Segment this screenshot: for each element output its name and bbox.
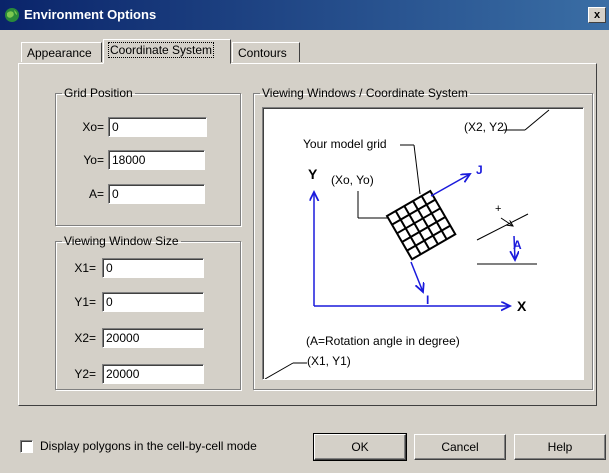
coordinate-diagram: + (X2, Y2) Your model grid (Xo, Yo) Y X … (262, 107, 584, 380)
help-button[interactable]: Help (514, 434, 606, 460)
xoyo-label: (Xo, Yo) (331, 173, 374, 187)
globe-icon (5, 8, 19, 22)
close-button[interactable]: x (588, 7, 606, 23)
y1-label: Y1= (74, 295, 96, 309)
cell-mode-checkbox[interactable] (20, 440, 33, 453)
cancel-button[interactable]: Cancel (414, 434, 506, 460)
x1-input[interactable]: 0 (102, 258, 204, 278)
tab-coordinate-system[interactable]: Coordinate System (103, 39, 231, 64)
tab-label: Appearance (27, 46, 92, 60)
y2-input[interactable]: 20000 (102, 364, 204, 384)
angle-label: A (513, 238, 522, 252)
group-legend: Grid Position (64, 86, 133, 100)
x1-label: X1= (74, 261, 96, 275)
title-bar: Environment Options x (0, 0, 609, 30)
y2-label: Y2= (74, 367, 96, 381)
cell-mode-label[interactable]: Display polygons in the cell-by-cell mod… (40, 439, 257, 453)
y-axis-label: Y (308, 166, 318, 182)
rotation-note: (A=Rotation angle in degree) (306, 334, 460, 348)
xo-label: Xo= (82, 120, 104, 134)
x1y1-label: (X1, Y1) (307, 354, 351, 368)
x2-input[interactable]: 20000 (102, 328, 204, 348)
ok-button[interactable]: OK (313, 433, 407, 461)
j-axis-label: J (476, 163, 483, 177)
svg-text:+: + (495, 203, 501, 215)
window-title: Environment Options (24, 7, 157, 22)
tab-contours[interactable]: Contours (232, 42, 300, 62)
group-legend: Viewing Window Size (64, 234, 179, 248)
xo-input[interactable]: 0 (108, 117, 207, 137)
a-label: A= (88, 187, 104, 201)
a-input[interactable]: 0 (108, 184, 205, 204)
x-axis-label: X (517, 298, 527, 314)
yo-label: Yo= (83, 153, 104, 167)
model-grid-label: Your model grid (303, 137, 387, 151)
tab-label: Coordinate System (107, 42, 215, 58)
i-axis-label: I (426, 293, 430, 307)
yo-input[interactable]: 18000 (108, 150, 205, 170)
x2-label: X2= (74, 331, 96, 345)
group-legend: Viewing Windows / Coordinate System (262, 86, 468, 100)
y1-input[interactable]: 0 (102, 292, 204, 312)
tab-label: Contours (238, 46, 287, 60)
x2y2-label: (X2, Y2) (464, 120, 508, 134)
tab-appearance[interactable]: Appearance (21, 42, 102, 62)
model-grid-mesh (385, 189, 457, 261)
